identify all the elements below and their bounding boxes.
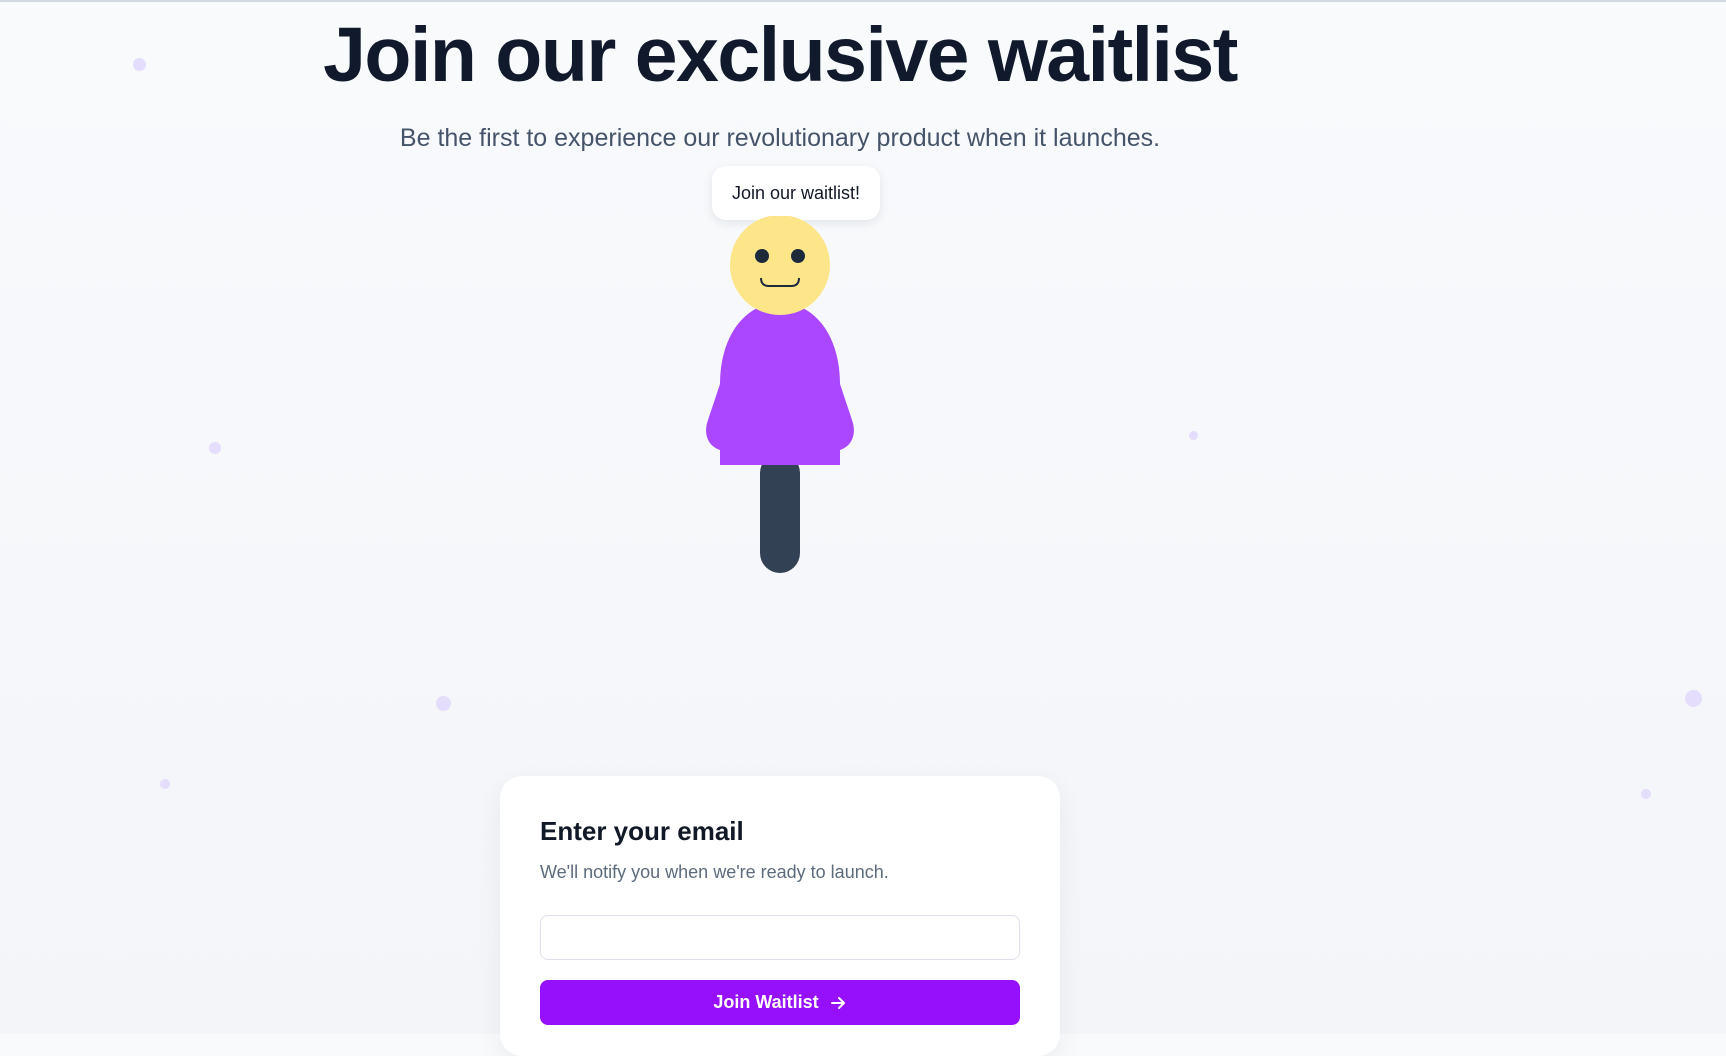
background-dot: [1189, 431, 1198, 440]
background-dot: [160, 779, 170, 789]
page-subtitle: Be the first to experience our revolutio…: [399, 124, 1161, 152]
mascot-right-eye: [791, 249, 805, 263]
mascot: Join our waitlist!: [700, 162, 880, 582]
join-waitlist-button[interactable]: Join Waitlist: [540, 980, 1020, 1025]
mascot-body: [720, 302, 840, 465]
arrow-right-icon: [830, 996, 845, 1009]
mascot-left-arm: [706, 384, 720, 450]
signup-card: Enter your email We'll notify you when w…: [500, 776, 1060, 1056]
background-dot: [1641, 789, 1651, 799]
join-waitlist-label: Join Waitlist: [713, 992, 819, 1012]
background-dot: [1685, 690, 1702, 707]
mascot-head: [730, 216, 830, 315]
mascot-left-eye: [755, 249, 769, 263]
mascot-right-arm: [840, 384, 854, 450]
mascot-figure: [706, 216, 854, 573]
top-border: [0, 0, 1726, 2]
email-input[interactable]: [540, 915, 1020, 960]
speech-bubble-text: Join our waitlist!: [731, 182, 861, 203]
card-title: Enter your email: [540, 816, 744, 846]
background-dot: [436, 696, 451, 711]
mascot-legs: [760, 453, 800, 573]
speech-bubble: Join our waitlist!: [712, 166, 880, 220]
background-dot: [209, 442, 221, 454]
card-description: We'll notify you when we're ready to lau…: [540, 862, 889, 882]
page-title: Join our exclusive waitlist: [323, 12, 1238, 98]
